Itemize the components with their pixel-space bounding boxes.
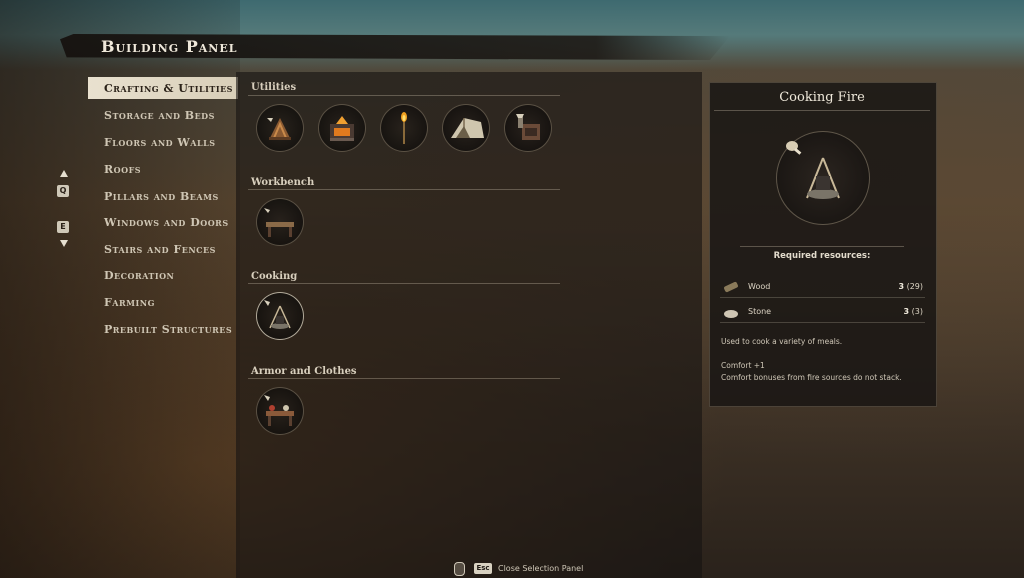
- resource-count: 3 (29): [898, 282, 923, 291]
- cooking-fire-slot[interactable]: [256, 292, 304, 340]
- section-title-workbench: Workbench: [251, 177, 315, 188]
- category-storage-beds[interactable]: Storage and Beds: [104, 109, 215, 122]
- stone-icon: [724, 310, 738, 318]
- mouse-icon: [454, 562, 465, 576]
- required-resources-title: Required resources:: [773, 251, 871, 261]
- item-description: Used to cook a variety of meals.: [721, 337, 843, 346]
- detail-divider: [714, 110, 930, 111]
- tent-icon: [451, 118, 484, 138]
- resource-name: Stone: [748, 307, 772, 316]
- meat-drumstick-icon: [786, 141, 802, 155]
- campfire-logs-slot[interactable]: [256, 104, 304, 152]
- resource-divider: [720, 297, 925, 298]
- category-stairs-fences[interactable]: Stairs and Fences: [104, 243, 216, 256]
- category-roofs[interactable]: Roofs: [104, 163, 141, 176]
- comfort-value: Comfort +1: [721, 361, 765, 370]
- resource-name: Wood: [748, 282, 771, 291]
- standing-torch-slot[interactable]: [380, 104, 428, 152]
- key-hint-e: E: [57, 221, 69, 233]
- campfire-logs-icon: [267, 118, 291, 140]
- section-title-utilities: Utilities: [251, 82, 297, 93]
- category-floors-walls[interactable]: Floors and Walls: [104, 136, 216, 149]
- tailoring-table-slot[interactable]: [256, 387, 304, 435]
- section-title-cooking: Cooking: [251, 271, 298, 282]
- wood-log-icon: [724, 281, 738, 293]
- page-title: Building Panel: [101, 37, 238, 56]
- category-farming[interactable]: Farming: [104, 296, 155, 309]
- detail-divider: [740, 246, 904, 247]
- comfort-note: Comfort bonuses from fire sources do not…: [721, 373, 902, 382]
- tent-slot[interactable]: [442, 104, 490, 152]
- resource-row-wood: Wood 3 (29): [720, 278, 925, 298]
- scroll-up-arrow-icon[interactable]: [60, 170, 68, 177]
- section-divider: [248, 283, 560, 284]
- category-prebuilt-structures[interactable]: Prebuilt Structures: [104, 323, 232, 336]
- workbench-icon: [264, 208, 294, 237]
- tailoring-table-icon: [264, 395, 294, 426]
- resource-divider: [720, 322, 925, 323]
- section-divider: [248, 189, 560, 190]
- category-windows-doors[interactable]: Windows and Doors: [104, 216, 229, 229]
- resource-count: 3 (3): [903, 307, 923, 316]
- workbench-slot[interactable]: [256, 198, 304, 246]
- resource-row-stone: Stone 3 (3): [720, 303, 925, 323]
- close-panel-label: Close Selection Panel: [498, 564, 584, 573]
- section-divider: [248, 95, 560, 96]
- key-hint-q: Q: [57, 185, 69, 197]
- category-crafting-utilities[interactable]: Crafting & Utilities: [104, 82, 233, 95]
- category-decoration[interactable]: Decoration: [104, 269, 174, 282]
- standing-torch-icon: [401, 112, 407, 144]
- smelter-furnace-icon: [330, 116, 354, 141]
- esc-key-hint[interactable]: Esc: [474, 563, 492, 574]
- stove-oven-slot[interactable]: [504, 104, 552, 152]
- detail-title: Cooking Fire: [779, 90, 865, 105]
- category-pillars-beams[interactable]: Pillars and Beams: [104, 190, 219, 203]
- stove-oven-icon: [516, 114, 540, 140]
- cooking-fire-icon: [264, 300, 291, 329]
- section-divider: [248, 378, 560, 379]
- smelter-furnace-slot[interactable]: [318, 104, 366, 152]
- scroll-down-arrow-icon[interactable]: [60, 240, 68, 247]
- section-title-armor-clothes: Armor and Clothes: [251, 366, 357, 377]
